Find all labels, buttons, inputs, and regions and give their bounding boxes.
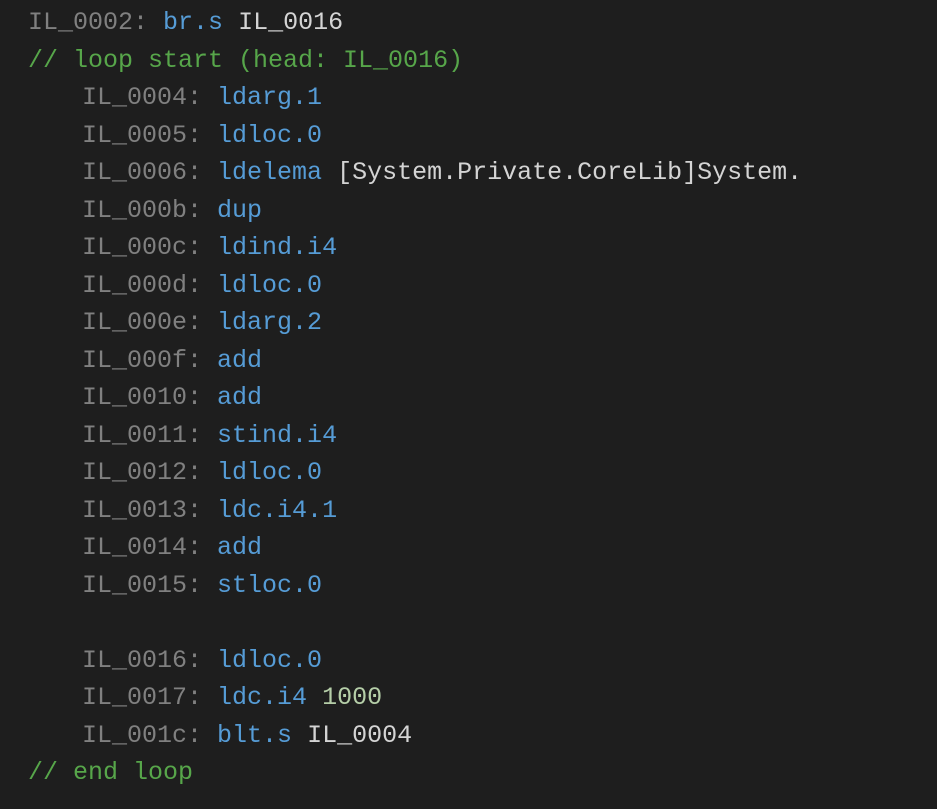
opcode: ldc.i4: [217, 683, 307, 712]
code-line: IL_000c: ldind.i4: [0, 229, 937, 267]
code-line: [0, 604, 937, 642]
opcode: ldloc.0: [217, 458, 322, 487]
code-line: IL_0011: stind.i4: [0, 417, 937, 455]
comment: // end loop: [28, 758, 193, 787]
colon: :: [187, 458, 217, 487]
code-line: // loop start (head: IL_0016): [0, 42, 937, 80]
code-block: IL_0002: br.s IL_0016 // loop start (head…: [0, 0, 937, 792]
opcode: ldloc.0: [217, 271, 322, 300]
il-label: IL_0004: [82, 83, 187, 112]
opcode: add: [217, 346, 262, 375]
colon: :: [187, 233, 217, 262]
opcode: ldloc.0: [217, 121, 322, 150]
code-line: IL_0015: stloc.0: [0, 567, 937, 605]
il-label: IL_000b: [82, 196, 187, 225]
code-line: IL_000f: add: [0, 342, 937, 380]
colon: :: [187, 121, 217, 150]
operand: IL_0004: [307, 721, 412, 750]
opcode: blt.s: [217, 721, 292, 750]
opcode: dup: [217, 196, 262, 225]
colon: :: [133, 8, 163, 37]
comment: // loop start (head: IL_0016): [28, 46, 463, 75]
colon: :: [187, 271, 217, 300]
opcode: ldelema: [217, 158, 322, 187]
code-line: IL_000b: dup: [0, 192, 937, 230]
opcode: add: [217, 383, 262, 412]
opcode: br.s: [163, 8, 223, 37]
il-label: IL_000f: [82, 346, 187, 375]
il-label: IL_0017: [82, 683, 187, 712]
colon: :: [187, 533, 217, 562]
il-label: IL_0016: [82, 646, 187, 675]
il-label: IL_0015: [82, 571, 187, 600]
code-line: IL_0005: ldloc.0: [0, 117, 937, 155]
colon: :: [187, 308, 217, 337]
code-line: IL_0016: ldloc.0: [0, 642, 937, 680]
code-line: // end loop: [0, 754, 937, 792]
colon: :: [187, 683, 217, 712]
operand: 1000: [322, 683, 382, 712]
code-line: IL_000e: ldarg.2: [0, 304, 937, 342]
colon: :: [187, 383, 217, 412]
il-label: IL_0002: [28, 8, 133, 37]
operand: IL_0016: [238, 8, 343, 37]
colon: :: [187, 571, 217, 600]
colon: :: [187, 196, 217, 225]
code-line: IL_0006: ldelema [System.Private.CoreLib…: [0, 154, 937, 192]
colon: :: [187, 646, 217, 675]
colon: :: [187, 496, 217, 525]
operand: [System.Private.CoreLib]System.: [337, 158, 802, 187]
opcode: ldarg.1: [217, 83, 322, 112]
opcode: ldc.i4.1: [217, 496, 337, 525]
il-label: IL_0010: [82, 383, 187, 412]
colon: :: [187, 83, 217, 112]
opcode: ldarg.2: [217, 308, 322, 337]
code-line: IL_0002: br.s IL_0016: [0, 4, 937, 42]
code-line: IL_0014: add: [0, 529, 937, 567]
il-label: IL_0011: [82, 421, 187, 450]
il-label: IL_001c: [82, 721, 187, 750]
code-line: IL_0012: ldloc.0: [0, 454, 937, 492]
il-label: IL_000d: [82, 271, 187, 300]
il-label: IL_000e: [82, 308, 187, 337]
opcode: ldind.i4: [217, 233, 337, 262]
il-label: IL_0005: [82, 121, 187, 150]
code-line: IL_0013: ldc.i4.1: [0, 492, 937, 530]
il-label: IL_0012: [82, 458, 187, 487]
colon: :: [187, 346, 217, 375]
il-label: IL_0006: [82, 158, 187, 187]
code-line: IL_0010: add: [0, 379, 937, 417]
colon: :: [187, 721, 217, 750]
code-line: IL_0004: ldarg.1: [0, 79, 937, 117]
colon: :: [187, 421, 217, 450]
il-label: IL_000c: [82, 233, 187, 262]
opcode: stloc.0: [217, 571, 322, 600]
code-line: IL_000d: ldloc.0: [0, 267, 937, 305]
il-label: IL_0014: [82, 533, 187, 562]
opcode: stind.i4: [217, 421, 337, 450]
opcode: add: [217, 533, 262, 562]
opcode: ldloc.0: [217, 646, 322, 675]
code-line: IL_001c: blt.s IL_0004: [0, 717, 937, 755]
code-line: IL_0017: ldc.i4 1000: [0, 679, 937, 717]
il-label: IL_0013: [82, 496, 187, 525]
colon: :: [187, 158, 217, 187]
